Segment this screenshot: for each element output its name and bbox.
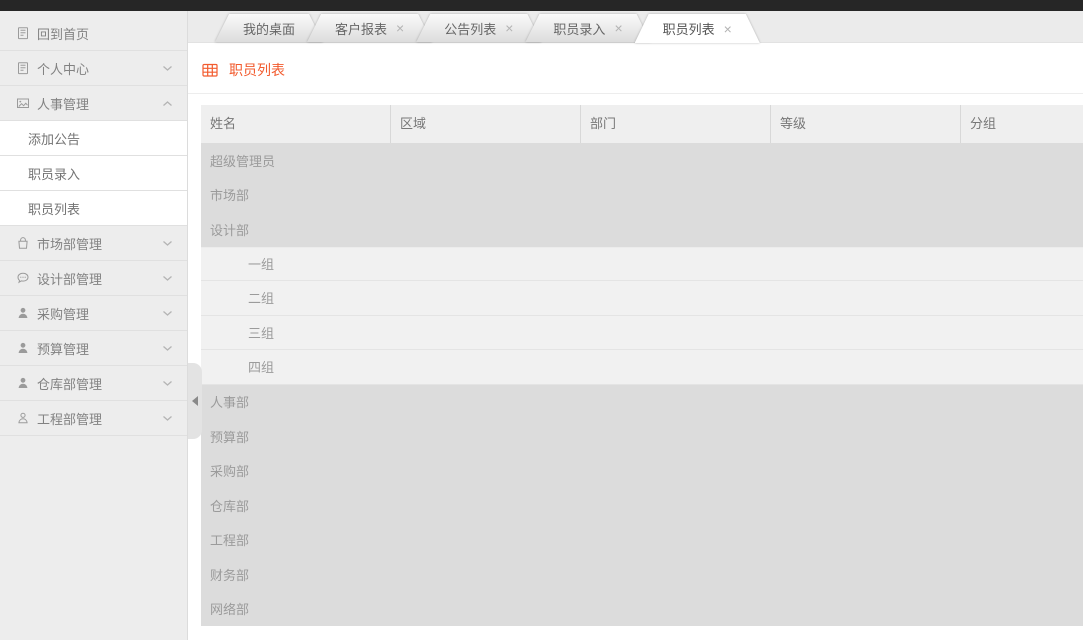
sidebar-item-label: 添加公告 xyxy=(28,129,80,148)
tab-label: 职员列表 xyxy=(663,19,715,38)
column-header-group: 分组 xyxy=(961,105,1083,143)
sidebar-item-staff-entry[interactable]: 职员录入 xyxy=(0,156,187,191)
table-row[interactable]: 预算部 xyxy=(201,419,1083,454)
table-row[interactable]: 财务部 xyxy=(201,557,1083,592)
table-row[interactable]: 网络部 xyxy=(201,592,1083,627)
chevron-up-icon xyxy=(162,100,173,107)
chevron-down-icon xyxy=(162,275,173,282)
user-icon xyxy=(16,376,30,390)
table-row[interactable]: 超级管理员 xyxy=(201,143,1083,178)
sidebar-item-label: 职员列表 xyxy=(28,199,80,218)
close-icon[interactable]: × xyxy=(724,22,732,36)
sidebar-item-label: 回到首页 xyxy=(37,24,89,43)
row-label: 设计部 xyxy=(210,220,249,239)
column-header-department: 部门 xyxy=(581,105,771,143)
sidebar-item-staff-list[interactable]: 职员列表 xyxy=(0,191,187,226)
tab-notice-list[interactable]: 公告列表 × xyxy=(416,14,541,42)
row-label: 一组 xyxy=(248,254,274,273)
row-label: 财务部 xyxy=(210,565,249,584)
table-row[interactable]: 采购部 xyxy=(201,454,1083,489)
row-label: 人事部 xyxy=(210,392,249,411)
sidebar-item-home[interactable]: 回到首页 xyxy=(0,16,187,51)
tab-label: 职员录入 xyxy=(553,19,605,38)
collapse-left-icon xyxy=(192,396,198,406)
sidebar-item-label: 预算管理 xyxy=(37,339,89,358)
user-outline-icon xyxy=(16,411,30,425)
top-bar xyxy=(0,0,1083,11)
column-header-name: 姓名 xyxy=(201,105,391,143)
sidebar-item-label: 人事管理 xyxy=(37,94,89,113)
picture-icon xyxy=(16,96,30,110)
column-header-region: 区域 xyxy=(391,105,581,143)
sidebar-item-profile[interactable]: 个人中心 xyxy=(0,51,187,86)
sidebar-item-budget[interactable]: 预算管理 xyxy=(0,331,187,366)
chevron-down-icon xyxy=(162,65,173,72)
row-label: 预算部 xyxy=(210,427,249,446)
user-icon xyxy=(16,341,30,355)
sidebar-item-add-notice[interactable]: 添加公告 xyxy=(0,121,187,156)
sidebar-item-label: 仓库部管理 xyxy=(37,374,102,393)
row-label: 超级管理员 xyxy=(210,151,275,170)
page-header: 职员列表 xyxy=(188,43,1083,94)
tab-staff-list[interactable]: 职员列表 × xyxy=(635,14,760,42)
column-header-level: 等级 xyxy=(771,105,961,143)
sidebar-item-label: 个人中心 xyxy=(37,59,89,78)
sidebar: 回到首页 个人中心 人事管理 添加公告 职员录入 xyxy=(0,11,188,640)
table-row[interactable]: 仓库部 xyxy=(201,488,1083,523)
table-row[interactable]: 三组 xyxy=(201,316,1083,351)
close-icon[interactable]: × xyxy=(396,21,404,35)
sidebar-item-label: 采购管理 xyxy=(37,304,89,323)
close-icon[interactable]: × xyxy=(614,21,622,35)
chevron-down-icon xyxy=(162,380,173,387)
row-label: 四组 xyxy=(248,357,274,376)
staff-table: 姓名 区域 部门 等级 分组 超级管理员 市场部 设计部 一组 二组 三组 四组… xyxy=(201,105,1083,626)
chevron-down-icon xyxy=(162,240,173,247)
row-label: 三组 xyxy=(248,323,274,342)
sidebar-collapse-handle[interactable] xyxy=(188,363,202,439)
sidebar-item-label: 工程部管理 xyxy=(37,409,102,428)
row-label: 采购部 xyxy=(210,461,249,480)
table-row[interactable]: 二组 xyxy=(201,281,1083,316)
user-icon xyxy=(16,306,30,320)
chevron-down-icon xyxy=(162,345,173,352)
table-row[interactable]: 工程部 xyxy=(201,523,1083,558)
sidebar-item-label: 市场部管理 xyxy=(37,234,102,253)
sidebar-item-label: 设计部管理 xyxy=(37,269,102,288)
sidebar-item-design[interactable]: 设计部管理 xyxy=(0,261,187,296)
tab-staff-entry[interactable]: 职员录入 × xyxy=(525,14,650,42)
table-row[interactable]: 人事部 xyxy=(201,385,1083,420)
table-row[interactable]: 一组 xyxy=(201,247,1083,282)
table-row[interactable]: 设计部 xyxy=(201,212,1083,247)
tab-label: 公告列表 xyxy=(444,19,496,38)
sidebar-item-hr[interactable]: 人事管理 xyxy=(0,86,187,121)
tab-label: 我的桌面 xyxy=(243,19,295,38)
page-title: 职员列表 xyxy=(229,60,285,80)
row-label: 二组 xyxy=(248,288,274,307)
chat-icon xyxy=(16,271,30,285)
news-icon xyxy=(16,61,30,75)
main-content: 我的桌面 客户报表 × 公告列表 × 职员录入 × 职员列表 × 职员列表 姓名 xyxy=(188,11,1083,640)
tab-customer-report[interactable]: 客户报表 × xyxy=(307,14,432,42)
chevron-down-icon xyxy=(162,310,173,317)
sidebar-item-label: 职员录入 xyxy=(28,164,80,183)
row-label: 仓库部 xyxy=(210,496,249,515)
app-container: 回到首页 个人中心 人事管理 添加公告 职员录入 xyxy=(0,11,1083,640)
table-row[interactable]: 四组 xyxy=(201,350,1083,385)
news-icon xyxy=(16,26,30,40)
table-row[interactable]: 市场部 xyxy=(201,178,1083,213)
table-grid-icon xyxy=(202,63,218,78)
sidebar-item-marketing[interactable]: 市场部管理 xyxy=(0,226,187,261)
bag-icon xyxy=(16,236,30,250)
sidebar-item-purchasing[interactable]: 采购管理 xyxy=(0,296,187,331)
table-header-row: 姓名 区域 部门 等级 分组 xyxy=(201,105,1083,143)
tab-label: 客户报表 xyxy=(335,19,387,38)
row-label: 工程部 xyxy=(210,530,249,549)
close-icon[interactable]: × xyxy=(505,21,513,35)
row-label: 网络部 xyxy=(210,599,249,618)
row-label: 市场部 xyxy=(210,185,249,204)
tab-strip: 我的桌面 客户报表 × 公告列表 × 职员录入 × 职员列表 × xyxy=(188,11,1083,43)
sidebar-item-engineering[interactable]: 工程部管理 xyxy=(0,401,187,436)
chevron-down-icon xyxy=(162,415,173,422)
sidebar-item-warehouse[interactable]: 仓库部管理 xyxy=(0,366,187,401)
